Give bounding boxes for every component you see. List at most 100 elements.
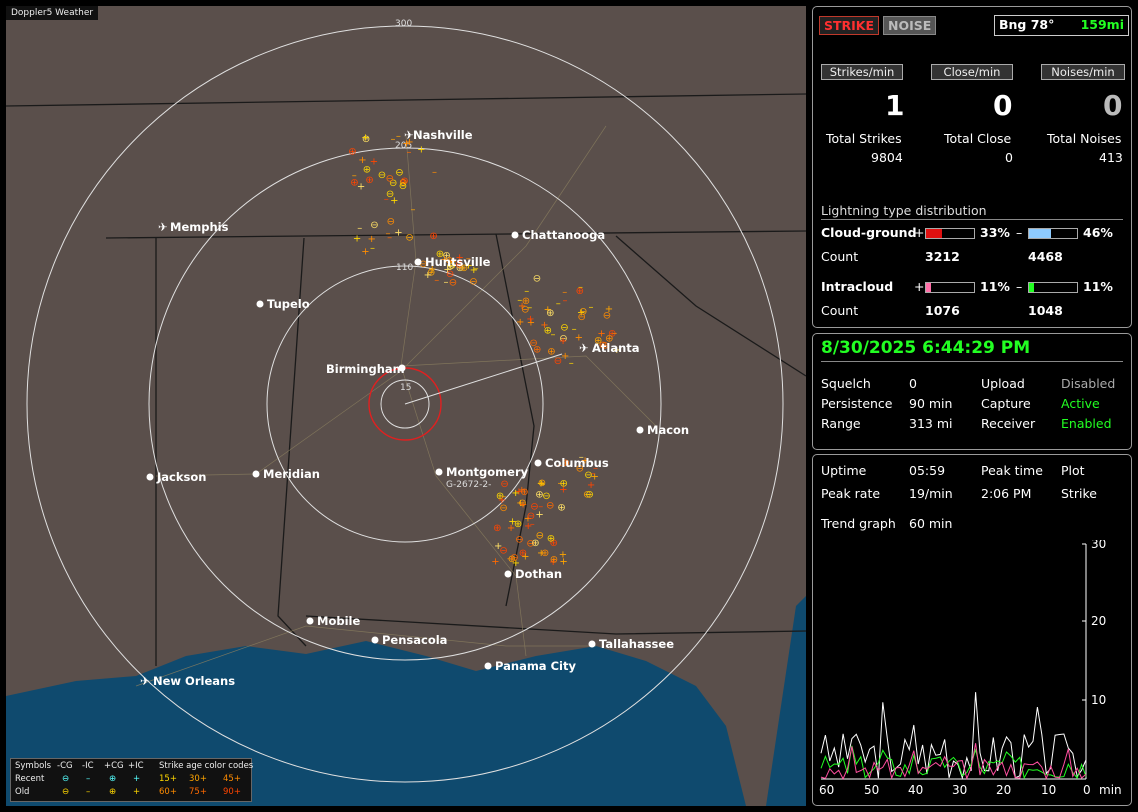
strike-marker: + (508, 517, 516, 528)
strike-marker: ⊖ (469, 276, 477, 287)
strike-marker: + (519, 500, 527, 511)
strike-marker: ⊖ (546, 500, 554, 511)
noises-min-button[interactable]: Noises/min (1041, 64, 1125, 80)
strike-marker: + (537, 548, 545, 559)
stats-panel: Uptime 05:59 Peak time Plot Peak rate 19… (812, 454, 1132, 806)
legend-age-45: 45+ (223, 774, 241, 784)
x-unit-label: min (1099, 783, 1122, 797)
svg-text:Atlanta: Atlanta (592, 341, 640, 355)
city-birmingham: Birmingham (326, 362, 406, 376)
persistence-label: Persistence (821, 396, 893, 411)
capture-value: Active (1061, 396, 1100, 411)
total-noises-label: Total Noises (1047, 131, 1122, 146)
svg-text:✈: ✈ (140, 674, 150, 688)
close-min-button[interactable]: Close/min (931, 64, 1013, 80)
legend-old-label: Old (15, 787, 30, 797)
strike-marker: + (540, 320, 548, 331)
strike-marker: ⊕ (520, 487, 528, 498)
legend-recent-pos-ic-icon: + (133, 774, 141, 784)
plot-value[interactable]: Strike (1061, 486, 1097, 501)
x-label-50: 50 (864, 783, 879, 797)
svg-text:New Orleans: New Orleans (153, 674, 235, 688)
symbol-legend: Symbols -CG -IC +CG +IC Strike age color… (10, 758, 254, 802)
cg-neg-pct: 46% (1083, 225, 1113, 240)
svg-text:Birmingham: Birmingham (326, 362, 405, 376)
strike-marker: ⊕ (576, 286, 584, 297)
strike-marker: ⊕ (538, 478, 546, 489)
strike-marker: ⊖ (370, 220, 378, 231)
strike-marker: + (394, 228, 402, 239)
trend-graph: 30 20 10 60 50 40 30 20 10 0 min (819, 540, 1122, 797)
receiver-value: Enabled (1061, 416, 1112, 431)
strike-marker: ⊖ (515, 534, 523, 545)
strike-marker: + (424, 270, 432, 281)
strike-marker: + (521, 552, 529, 563)
city-meridian: Meridian (252, 467, 320, 481)
city-atlanta: ✈ Atlanta (579, 341, 640, 355)
strike-marker: – (434, 275, 439, 286)
legend-recent-neg-ic-icon: – (86, 774, 91, 784)
legend-age-75: 75+ (189, 787, 207, 797)
svg-text:Macon: Macon (647, 423, 689, 437)
strike-marker: ⊕ (493, 523, 501, 534)
uptime-label: Uptime (821, 463, 867, 478)
datetime-divider (821, 361, 1123, 362)
strike-marker: ⊖ (578, 312, 586, 323)
x-label-60: 60 (819, 783, 834, 797)
ic-neg-bar (1028, 282, 1078, 293)
legend-old-neg-ic-icon: – (86, 787, 91, 797)
strike-marker: ⊕ (533, 345, 541, 356)
legend-age-30: 30+ (189, 774, 207, 784)
strike-marker: – (352, 171, 357, 182)
squelch-value: 0 (909, 376, 917, 391)
strike-marker: – (411, 205, 416, 216)
strike-marker: – (527, 303, 532, 314)
strike-marker: ⊖ (510, 552, 518, 563)
x-label-0: 0 (1083, 783, 1091, 797)
ic-pos-sign: + (914, 279, 925, 294)
strike-marker: – (432, 167, 437, 178)
close-min-value: 0 (993, 89, 1013, 122)
peak-time-label: Peak time (981, 463, 1043, 478)
city-macon: Macon (636, 423, 689, 437)
lightning-map[interactable]: 15 110 205 300 G-2672-2- + ⊖ ⊖ + – ⊖ + – + ⊖ ⊖ + ⊕ + ⊕… (6, 6, 806, 806)
receiver-label: Receiver (981, 416, 1036, 431)
legend-recent-label: Recent (15, 774, 45, 784)
legend-old-neg-cg-icon: ⊖ (62, 787, 70, 797)
legend-col-pos-ic: +IC (128, 761, 144, 771)
svg-text:Mobile: Mobile (317, 614, 360, 628)
strike-marker: – (569, 358, 574, 369)
noises-min-value: 0 (1103, 89, 1123, 122)
total-close-label: Total Close (944, 131, 1012, 146)
strike-tab[interactable]: STRIKE (819, 16, 880, 35)
city-pensacola: Pensacola (371, 633, 447, 647)
strike-marker: + (559, 485, 567, 496)
strike-marker: ⊕ (363, 165, 371, 176)
legend-col-neg-cg: -CG (57, 761, 73, 771)
x-label-20: 20 (996, 783, 1011, 797)
strike-marker: ⊖ (500, 479, 508, 490)
settings-panel: 8/30/2025 6:44:29 PM Squelch 0 Upload Di… (812, 333, 1132, 450)
strike-marker: ⊕ (365, 175, 373, 186)
noise-tab[interactable]: NOISE (883, 16, 937, 35)
strikes-min-button[interactable]: Strikes/min (821, 64, 903, 80)
legend-old-pos-ic-icon: + (133, 787, 141, 797)
strike-marker: ⊖ (533, 273, 541, 284)
datetime: 8/30/2025 6:44:29 PM (821, 338, 1031, 358)
strike-marker: – (370, 243, 375, 254)
strike-marker: + (417, 144, 425, 155)
strike-marker: + (512, 488, 520, 499)
ic-pos-count: 1076 (925, 303, 960, 318)
strike-marker: ⊖ (542, 491, 550, 502)
svg-text:Memphis: Memphis (170, 220, 229, 234)
strike-marker: – (357, 223, 362, 234)
strike-marker: ⊕ (429, 231, 437, 242)
cg-neg-sign: – (1016, 225, 1023, 240)
svg-text:Panama City: Panama City (495, 659, 576, 673)
x-label-10: 10 (1041, 783, 1056, 797)
strike-status-panel: STRIKE NOISE Bng 78° 159mi Strikes/min C… (812, 6, 1132, 328)
svg-text:Meridian: Meridian (263, 467, 320, 481)
strike-marker: – (387, 233, 392, 244)
legend-age-title: Strike age color codes (159, 761, 254, 771)
ic-neg-pct: 11% (1083, 279, 1113, 294)
